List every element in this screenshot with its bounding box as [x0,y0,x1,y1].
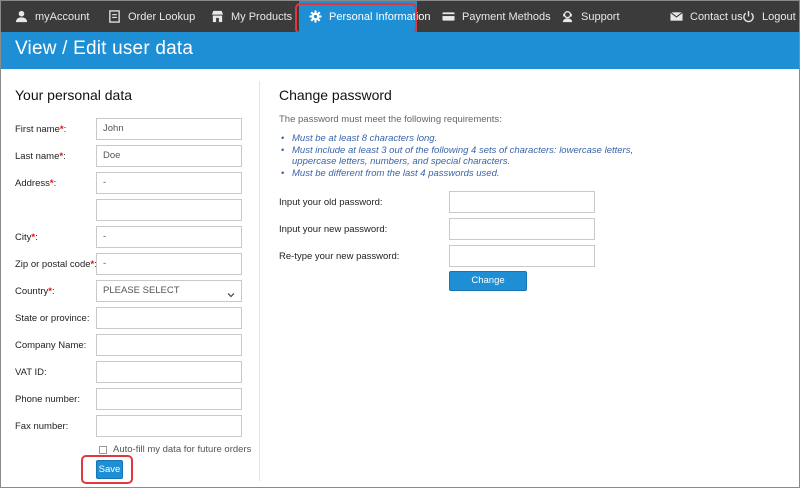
credit-card-icon [442,10,455,23]
state-label: State or province: [15,313,90,324]
requirement-item: Must include at least 3 out of the follo… [281,145,641,168]
autofill-row: Auto-fill my data for future orders [99,444,251,455]
password-requirements-intro: The password must meet the following req… [279,114,502,125]
nav-item-order-lookup[interactable]: Order Lookup [108,1,195,32]
nav-label: myAccount [35,10,90,23]
zip-label: Zip or postal code*: [15,259,97,270]
save-button[interactable]: Save [96,460,123,479]
fax-input[interactable] [96,415,242,437]
country-label: Country*: [15,286,55,297]
address-label: Address*: [15,178,57,189]
vat-input[interactable] [96,361,242,383]
change-password-button[interactable]: Change password [449,271,527,304]
nav-item-my-products[interactable]: My Products [211,1,292,32]
zip-input[interactable]: - [96,253,242,275]
new-password-label: Input your new password: [279,224,388,235]
nav-label: Payment Methods [462,10,551,23]
retype-password-input[interactable] [449,245,595,267]
nav-item-logout[interactable]: Logout [742,1,796,32]
requirement-item: Must be different from the last 4 passwo… [281,168,641,180]
nav-label: My Products [231,10,293,23]
state-input[interactable] [96,307,242,329]
vat-label: VAT ID: [15,367,47,378]
last-name-label: Last name*: [15,151,66,162]
nav-item-personal-information[interactable]: Personal Information [299,1,431,32]
nav-label: Logout [762,10,796,23]
new-password-input[interactable] [449,218,595,240]
country-select[interactable]: PLEASE SELECT [96,280,242,302]
fax-label: Fax number: [15,421,69,432]
first-name-label: First name*: [15,124,67,135]
nav-label: Personal Information [329,10,431,23]
first-name-input[interactable]: John [96,118,242,140]
change-password-title: Change password [279,87,392,103]
support-icon [561,10,574,23]
store-icon [211,10,224,23]
top-nav: myAccount Order Lookup My Products Perso… [1,1,799,32]
chevron-down-icon [227,287,235,298]
phone-input[interactable] [96,388,242,410]
address-line2-input[interactable] [96,199,242,221]
nav-item-support[interactable]: Support [561,1,620,32]
old-password-label: Input your old password: [279,197,383,208]
city-input[interactable]: - [96,226,242,248]
page-title: View / Edit user data [15,38,194,59]
phone-label: Phone number: [15,394,80,405]
retype-password-label: Re-type your new password: [279,251,400,262]
page-header: View / Edit user data [1,32,799,69]
nav-label: Support [581,10,620,23]
column-divider [259,81,260,481]
address-input[interactable]: - [96,172,242,194]
envelope-icon [670,10,683,23]
requirement-item: Must be at least 8 characters long. [281,133,641,145]
nav-item-myaccount[interactable]: myAccount [15,1,89,32]
gear-icon [309,10,322,23]
document-icon [108,10,121,23]
nav-item-payment-methods[interactable]: Payment Methods [442,1,551,32]
company-input[interactable] [96,334,242,356]
password-requirements-list: Must be at least 8 characters long. Must… [281,133,641,179]
user-icon [15,10,28,23]
city-label: City*: [15,232,38,243]
autofill-checkbox[interactable] [99,445,107,454]
last-name-input[interactable]: Doe [96,145,242,167]
company-label: Company Name: [15,340,87,351]
nav-item-contact-us[interactable]: Contact us [670,1,743,32]
page-frame: myAccount Order Lookup My Products Perso… [0,0,800,488]
autofill-label: Auto-fill my data for future orders [113,444,252,455]
country-select-value: PLEASE SELECT [103,285,180,296]
nav-label: Contact us [690,10,743,23]
old-password-input[interactable] [449,191,595,213]
personal-data-title: Your personal data [15,87,133,103]
nav-label: Order Lookup [128,10,196,23]
power-icon [742,10,755,23]
